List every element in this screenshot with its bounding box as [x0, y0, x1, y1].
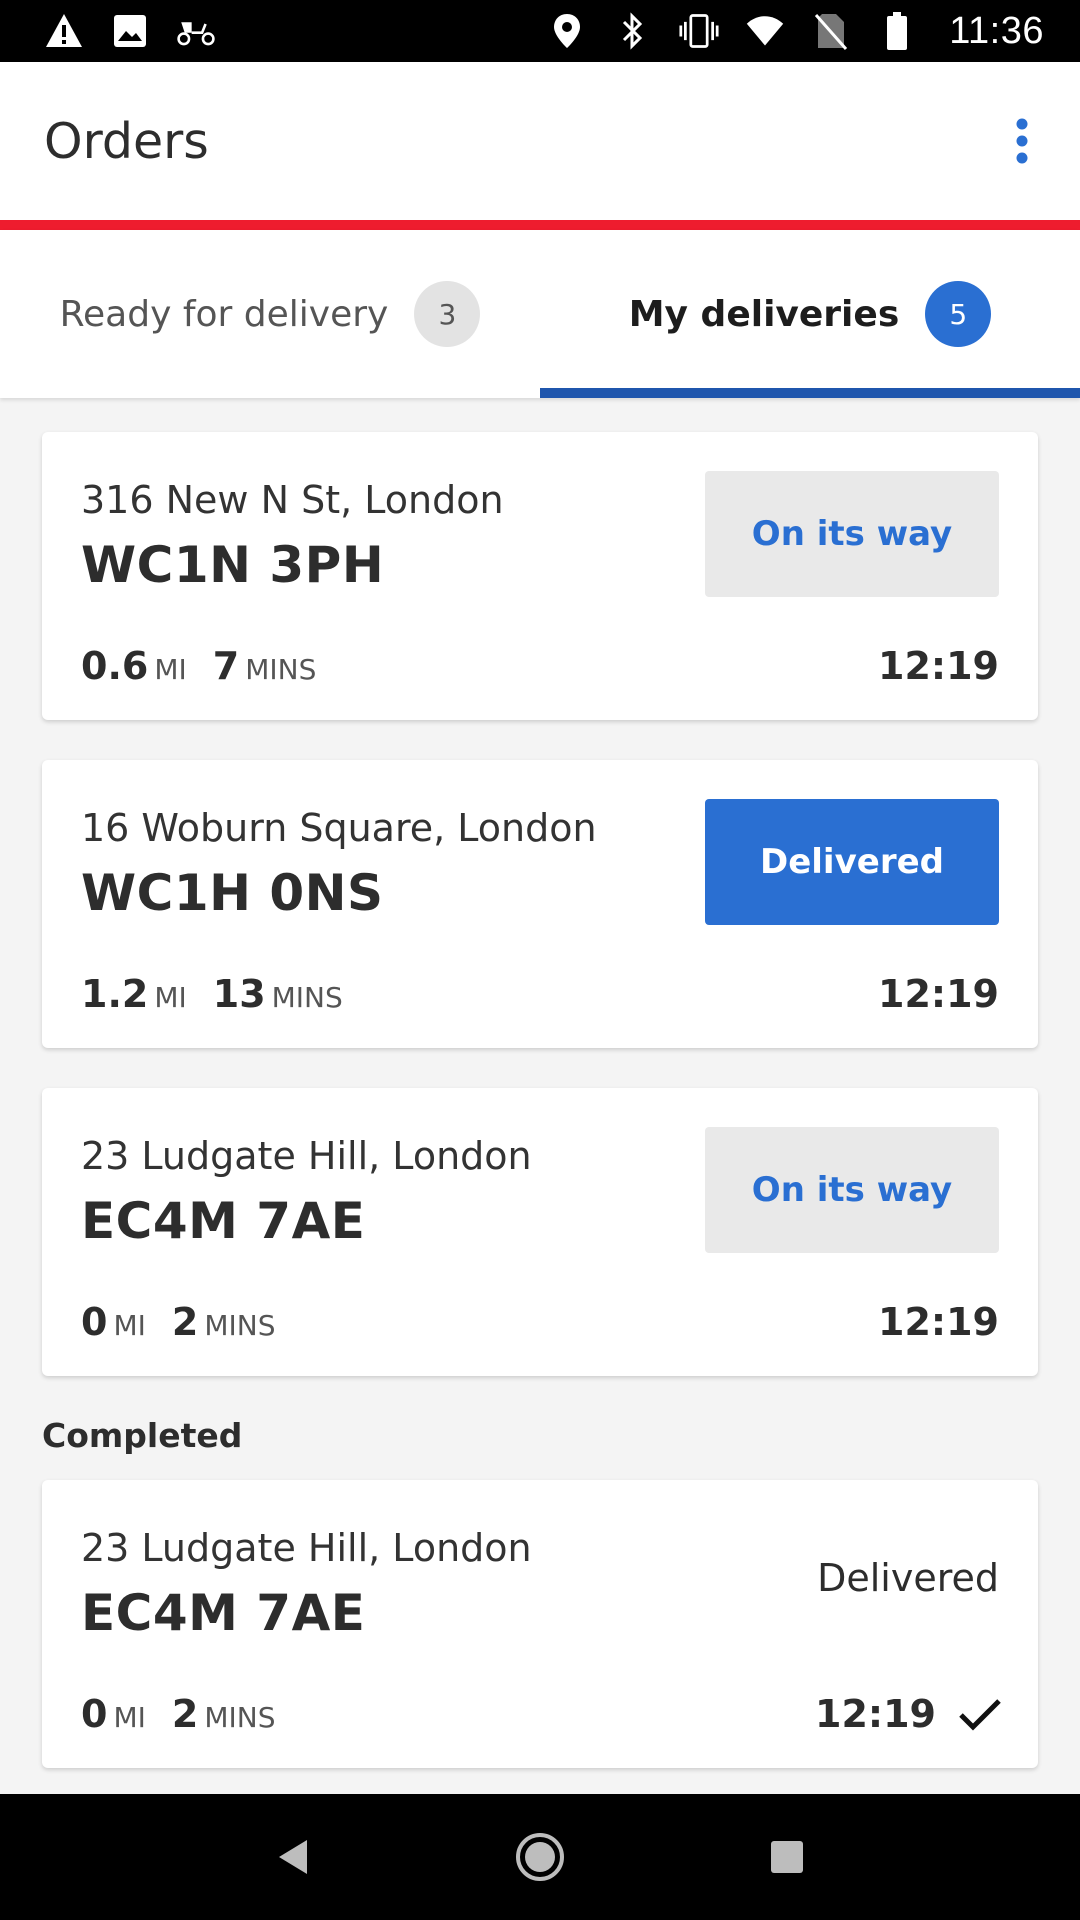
completed-time-row: 12:19 — [815, 1692, 1002, 1736]
duration-unit: MINS — [204, 1309, 276, 1342]
brand-divider — [0, 220, 1080, 230]
status-button-on-its-way[interactable]: On its way — [705, 471, 999, 597]
section-title-completed: Completed — [42, 1416, 243, 1455]
street-address: 16 Woburn Square, London — [81, 806, 597, 850]
status-bar: 11:36 — [0, 0, 1080, 62]
page-title: Orders — [44, 112, 209, 170]
distance-value: 1.2 — [81, 972, 149, 1016]
postcode: WC1N 3PH — [81, 536, 385, 594]
duration-value: 2 — [171, 1300, 199, 1344]
delivery-list: 316 New N St, London WC1N 3PH 0.6 MI 7 M… — [42, 432, 1038, 1808]
status-bar-left — [44, 11, 216, 51]
status-button-delivered[interactable]: Delivered — [705, 799, 999, 925]
check-icon — [959, 1699, 1001, 1731]
distance-duration: 0 MI 2 MINS — [81, 1300, 301, 1344]
delivery-time: 12:19 — [878, 1300, 999, 1344]
delivery-card[interactable]: 23 Ludgate Hill, London EC4M 7AE 0 MI 2 … — [42, 1088, 1038, 1376]
more-vert-icon — [1016, 118, 1028, 164]
duration-value: 2 — [171, 1692, 199, 1736]
street-address: 316 New N St, London — [81, 478, 504, 522]
street-address: 23 Ludgate Hill, London — [81, 1134, 532, 1178]
home-icon — [515, 1833, 564, 1881]
recents-button[interactable] — [747, 1817, 827, 1897]
status-button-on-its-way[interactable]: On its way — [705, 1127, 999, 1253]
system-nav-bar — [0, 1794, 1080, 1920]
back-icon — [279, 1840, 308, 1874]
duration-unit: MINS — [271, 981, 343, 1014]
distance-duration: 0 MI 2 MINS — [81, 1692, 301, 1736]
duration-unit: MINS — [245, 653, 317, 686]
distance-duration: 0.6 MI 7 MINS — [81, 644, 342, 688]
image-icon — [110, 11, 150, 51]
overflow-menu-button[interactable] — [998, 101, 1046, 181]
delivery-time: 12:19 — [815, 1692, 936, 1736]
delivery-card[interactable]: 316 New N St, London WC1N 3PH 0.6 MI 7 M… — [42, 432, 1038, 720]
completed-delivery-card[interactable]: 23 Ludgate Hill, London EC4M 7AE 0 MI 2 … — [42, 1480, 1038, 1768]
distance-value: 0 — [81, 1692, 108, 1736]
postcode: EC4M 7AE — [81, 1192, 366, 1250]
count-badge: 3 — [414, 281, 481, 347]
delivery-time: 12:19 — [878, 644, 999, 688]
duration-unit: MINS — [204, 1701, 276, 1734]
wifi-icon — [745, 11, 785, 51]
clock: 11:36 — [949, 9, 1044, 52]
battery-icon — [877, 11, 917, 51]
status-text: Delivered — [817, 1556, 999, 1600]
distance-value: 0 — [81, 1300, 108, 1344]
warning-icon — [44, 11, 84, 51]
postcode: WC1H 0NS — [81, 864, 384, 922]
delivery-card[interactable]: 16 Woburn Square, London WC1H 0NS 1.2 MI… — [42, 760, 1038, 1048]
delivery-time: 12:19 — [878, 972, 999, 1016]
distance-unit: MI — [154, 653, 187, 686]
active-tab-indicator — [540, 388, 1080, 398]
tab-my-deliveries[interactable]: My deliveries 5 — [540, 230, 1080, 398]
distance-duration: 1.2 MI 13 MINS — [81, 972, 369, 1016]
street-address: 23 Ludgate Hill, London — [81, 1526, 532, 1570]
distance-value: 0.6 — [81, 644, 149, 688]
status-bar-right: 11:36 — [547, 10, 1044, 53]
recents-icon — [770, 1841, 803, 1873]
location-icon — [547, 11, 587, 51]
distance-unit: MI — [113, 1309, 146, 1342]
tab-ready-for-delivery[interactable]: Ready for delivery 3 — [0, 230, 540, 398]
tab-label: My deliveries — [628, 293, 900, 335]
home-button[interactable] — [500, 1817, 580, 1897]
postcode: EC4M 7AE — [81, 1584, 366, 1642]
bluetooth-icon — [613, 11, 653, 51]
distance-unit: MI — [113, 1701, 146, 1734]
distance-unit: MI — [154, 981, 187, 1014]
count-badge: 5 — [925, 281, 992, 347]
app-bar: Orders — [0, 62, 1080, 220]
back-button[interactable] — [253, 1817, 333, 1897]
duration-value: 7 — [212, 644, 240, 688]
scooter-icon — [176, 11, 216, 51]
vibrate-icon — [679, 11, 719, 51]
duration-value: 13 — [212, 972, 266, 1016]
tab-bar: Ready for delivery 3 My deliveries 5 — [0, 230, 1080, 398]
tab-label: Ready for delivery — [59, 293, 389, 335]
no-sim-icon — [811, 11, 851, 51]
